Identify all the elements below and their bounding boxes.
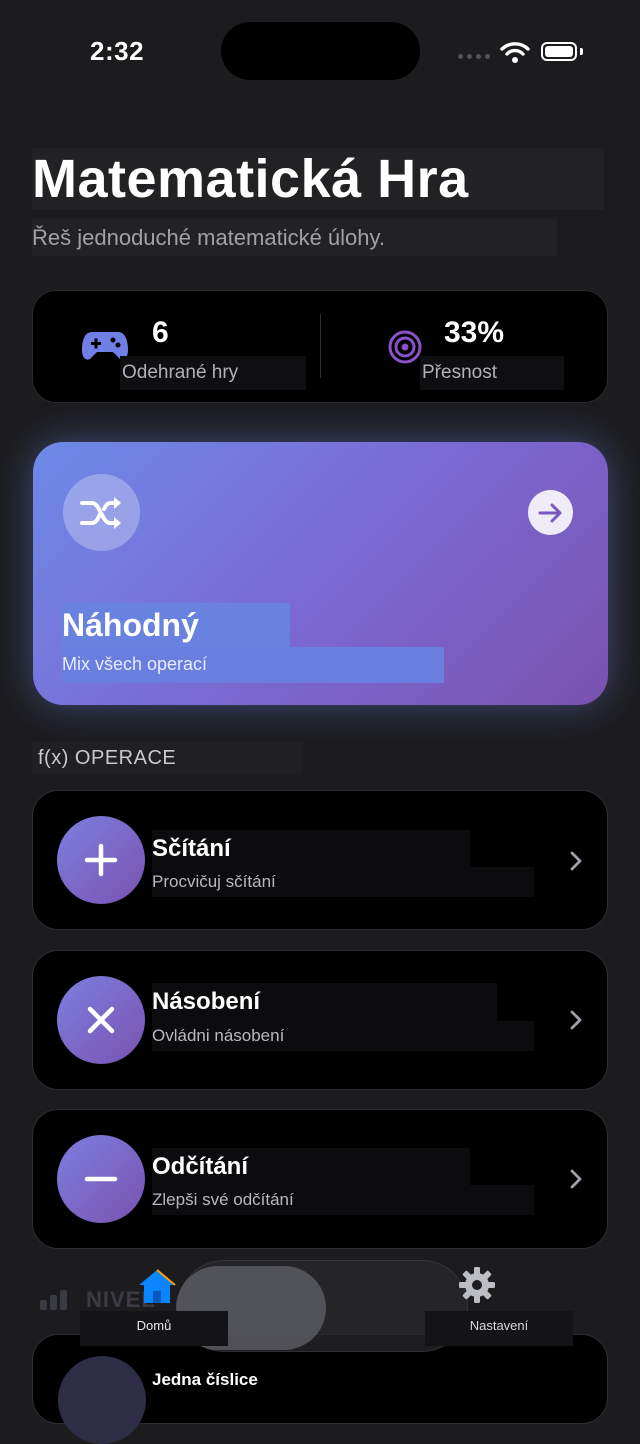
- shuffle-icon: [63, 474, 140, 551]
- level-bars-icon: [40, 1290, 67, 1310]
- gear-icon[interactable]: [458, 1266, 496, 1304]
- chevron-right-icon: [570, 1010, 582, 1030]
- operation-subtitle: Procvičuj sčítání: [152, 867, 534, 897]
- dynamic-island: [221, 22, 420, 80]
- tab-settings[interactable]: Nastavení: [425, 1318, 573, 1333]
- accuracy-label: Přesnost: [420, 356, 564, 390]
- level-row-title: Jedna číslice: [152, 1370, 258, 1389]
- operations-section-label: f(x) OPERACE: [32, 741, 303, 775]
- page-subtitle: Řeš jednoduché matematické úlohy.: [32, 219, 557, 256]
- operation-subtitle: Ovládni násobení: [152, 1021, 534, 1051]
- tab-home[interactable]: Domů: [80, 1318, 228, 1333]
- random-mode-subtitle: Mix všech operací: [62, 647, 444, 683]
- operation-title: Odčítání: [152, 1148, 470, 1186]
- page-title: Matematická Hra: [32, 148, 604, 210]
- stats-divider: [320, 314, 321, 378]
- target-icon: [388, 330, 422, 364]
- operation-subtitle: Zlepši své odčítání: [152, 1185, 534, 1215]
- chevron-right-icon: [570, 851, 582, 871]
- games-count: 6: [152, 316, 169, 349]
- cellular-signal-icon: [458, 54, 490, 59]
- operation-title: Násobení: [152, 983, 497, 1021]
- wifi-icon: [500, 42, 530, 63]
- accuracy-value: 33%: [444, 316, 505, 349]
- battery-tip: [580, 48, 583, 55]
- minus-icon: [57, 1135, 145, 1223]
- plus-icon: [57, 816, 145, 904]
- multiply-icon: [57, 976, 145, 1064]
- operation-title: Sčítání: [152, 830, 470, 868]
- house-icon[interactable]: [136, 1266, 178, 1306]
- battery-icon: [541, 42, 577, 61]
- status-time: 2:32: [90, 36, 145, 66]
- arrow-right-icon[interactable]: [528, 490, 573, 535]
- chevron-right-icon: [570, 1169, 582, 1189]
- random-mode-title: Náhodný: [62, 603, 290, 647]
- games-label: Odehrané hry: [120, 356, 306, 390]
- level-icon: [58, 1356, 146, 1444]
